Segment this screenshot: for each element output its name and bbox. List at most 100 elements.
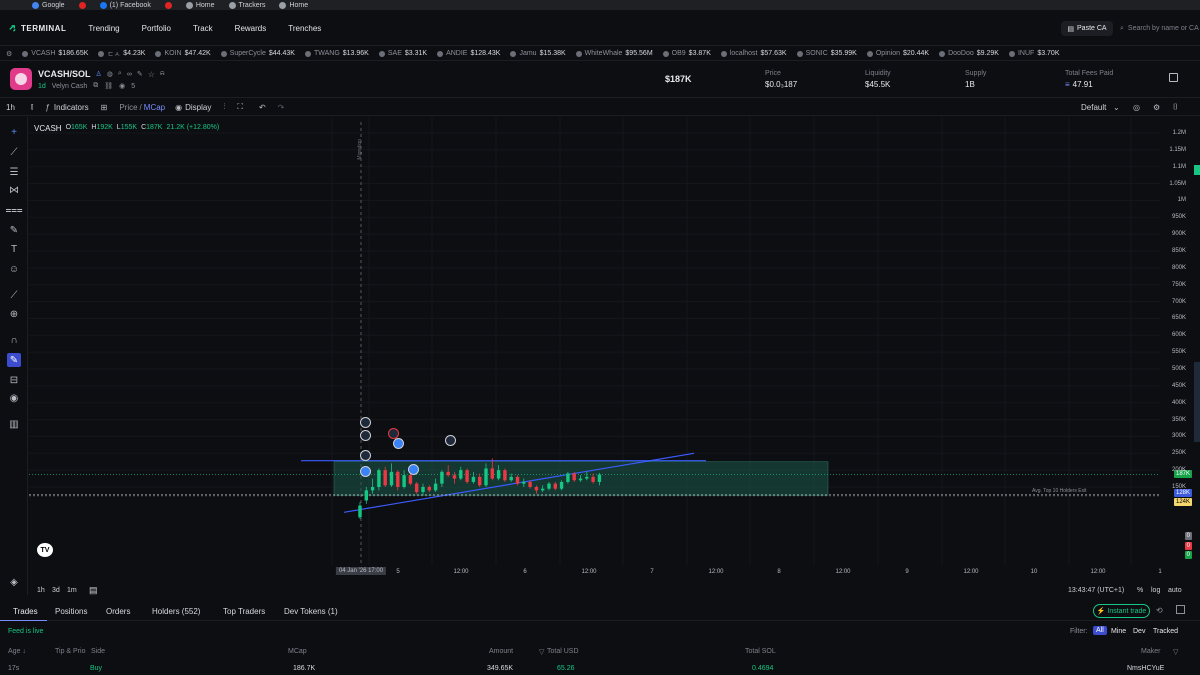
- interval-selector[interactable]: 1h: [6, 103, 15, 112]
- price-toggle[interactable]: Price: [119, 103, 137, 112]
- auto-toggle[interactable]: auto: [1168, 587, 1182, 594]
- bookmark[interactable]: [78, 1, 86, 9]
- clock-readout[interactable]: 13:43:47 (UTC+1): [1068, 587, 1124, 594]
- search-input[interactable]: ⌕ Search by name or CA: [1120, 21, 1200, 36]
- brand[interactable]: TERMINAL: [8, 24, 66, 33]
- search-icon[interactable]: ⌕: [118, 70, 122, 78]
- ticker-item[interactable]: TWANG $13.96K: [304, 50, 369, 57]
- bookmark[interactable]: Home: [279, 1, 308, 9]
- undo-icon[interactable]: ↶: [259, 103, 266, 112]
- pattern-icon[interactable]: ⋈: [7, 183, 21, 197]
- col-tip[interactable]: Tip & Prio: [55, 648, 85, 655]
- filter-tracked[interactable]: Tracked: [1153, 628, 1178, 635]
- ticker-item[interactable]: INUF $3.70K: [1008, 50, 1060, 57]
- trade-marker[interactable]: [360, 430, 371, 441]
- brush-icon[interactable]: ✎: [7, 223, 21, 237]
- tradingview-logo[interactable]: TV: [37, 543, 53, 557]
- trash-icon[interactable]: ▥: [7, 417, 21, 431]
- trade-marker[interactable]: [445, 435, 456, 446]
- ticker-item[interactable]: SuperCycle $44.43K: [220, 50, 295, 57]
- chevron-down-icon[interactable]: ⌄: [1113, 103, 1120, 112]
- bookmark[interactable]: Home: [185, 1, 215, 9]
- ticker-item[interactable]: VCASH $186.65K: [22, 50, 88, 57]
- zoom-icon[interactable]: ⊕: [7, 307, 21, 321]
- pen-icon[interactable]: ✎: [137, 70, 143, 78]
- layout-toggle-icon[interactable]: [1169, 73, 1178, 82]
- col-maker[interactable]: Maker: [1141, 648, 1160, 655]
- gear-icon[interactable]: ⚙: [1153, 103, 1160, 112]
- filter-all[interactable]: All: [1093, 626, 1107, 635]
- sliders-icon[interactable]: ⫶: [223, 102, 225, 112]
- fullscreen-icon[interactable]: ⛶: [237, 102, 243, 112]
- candle-type-icon[interactable]: ⫾: [31, 102, 34, 112]
- percent-toggle[interactable]: %: [1137, 587, 1143, 594]
- star-icon[interactable]: ☆: [148, 70, 155, 79]
- ticker-item[interactable]: WhiteWhale $95.56M: [575, 50, 653, 57]
- tab-dev-tokens[interactable]: Dev Tokens (1): [284, 607, 338, 616]
- ticker-item[interactable]: SONIC $35.99K: [796, 50, 857, 57]
- copy-icon[interactable]: ⧉: [93, 82, 98, 90]
- filter-mine[interactable]: Mine: [1111, 628, 1126, 635]
- indicators-button[interactable]: Indicators: [54, 103, 89, 112]
- bookmark[interactable]: (1) Facebook: [99, 1, 151, 9]
- bookmark[interactable]: Trackers: [228, 1, 265, 9]
- col-sol[interactable]: Total SOL: [745, 648, 776, 655]
- eye-icon[interactable]: ◉: [7, 391, 21, 405]
- trade-marker[interactable]: [360, 466, 371, 477]
- filter-dev[interactable]: Dev: [1133, 628, 1145, 635]
- col-usd[interactable]: Total USD: [547, 648, 579, 655]
- crosshair-icon[interactable]: +: [7, 125, 21, 139]
- mcap-toggle[interactable]: MCap: [144, 103, 165, 112]
- calendar-icon[interactable]: ▤: [89, 585, 98, 596]
- camera-icon[interactable]: ⌷: [1173, 102, 1178, 112]
- range-3d[interactable]: 3d: [52, 587, 60, 594]
- emoji-icon[interactable]: ☺: [7, 262, 21, 276]
- bookmark[interactable]: [164, 1, 172, 9]
- magnet-icon[interactable]: ◎: [1133, 103, 1140, 112]
- lock-draw-icon[interactable]: ✎: [7, 353, 21, 367]
- ticker-item[interactable]: ANDIE $128.43K: [437, 50, 500, 57]
- col-amount[interactable]: Amount: [489, 648, 513, 655]
- col-age[interactable]: Age ↓: [8, 648, 26, 655]
- trade-marker[interactable]: [360, 417, 371, 428]
- redo-icon[interactable]: ↷: [278, 103, 285, 112]
- ticker-item[interactable]: Jamu $15.38K: [510, 50, 566, 57]
- trade-marker[interactable]: [393, 438, 404, 449]
- tab-holders[interactable]: Holders (552): [152, 607, 200, 616]
- ticker-item[interactable]: OB9 $3.87K: [662, 50, 711, 57]
- instant-trade-button[interactable]: ⚡ Instant trade: [1093, 604, 1150, 618]
- forecast-icon[interactable]: ⩶: [5, 203, 22, 217]
- cell-maker[interactable]: NmsHCYuE: [1127, 665, 1164, 672]
- templates-icon[interactable]: ⊞: [101, 103, 108, 112]
- trade-marker[interactable]: [360, 450, 371, 461]
- layout-icon[interactable]: [1176, 605, 1185, 614]
- ticker-item[interactable]: Opinion $20.44K: [866, 50, 929, 57]
- ticker-item[interactable]: DooDoo $9.29K: [939, 50, 999, 57]
- ticker-item[interactable]: ㄷㅅ $4.23K: [98, 49, 145, 59]
- tab-positions[interactable]: Positions: [55, 607, 87, 616]
- ticker-item[interactable]: KOIN $47.42K: [155, 50, 211, 57]
- tab-orders[interactable]: Orders: [106, 607, 130, 616]
- ticker-item[interactable]: SAE $3.31K: [378, 50, 427, 57]
- paste-ca-button[interactable]: ▤ Paste CA: [1061, 21, 1113, 36]
- person-icon[interactable]: ♙: [96, 70, 102, 78]
- log-toggle[interactable]: log: [1151, 587, 1160, 594]
- nav-trending[interactable]: Trending: [88, 24, 119, 33]
- range-1h[interactable]: 1h: [37, 587, 45, 594]
- display-button[interactable]: Display: [185, 103, 211, 112]
- range-1m[interactable]: 1m: [67, 587, 77, 594]
- text-icon[interactable]: T: [7, 242, 21, 256]
- nav-portfolio[interactable]: Portfolio: [142, 24, 171, 33]
- ticker-item[interactable]: localhost $57.63K: [720, 50, 787, 57]
- globe-icon[interactable]: ◍: [107, 70, 113, 78]
- magnet-icon[interactable]: ∩: [7, 333, 21, 347]
- trade-marker[interactable]: [408, 464, 419, 475]
- nav-rewards[interactable]: Rewards: [235, 24, 267, 33]
- col-mcap[interactable]: MCap: [288, 648, 307, 655]
- tab-trades[interactable]: Trades: [13, 607, 38, 616]
- bell-icon[interactable]: ⍾: [160, 70, 165, 78]
- trendline-icon[interactable]: ⟋: [7, 145, 21, 159]
- tab-top-traders[interactable]: Top Traders: [223, 607, 265, 616]
- bookmark[interactable]: Google: [32, 1, 65, 9]
- link-icon[interactable]: ∞: [127, 71, 132, 78]
